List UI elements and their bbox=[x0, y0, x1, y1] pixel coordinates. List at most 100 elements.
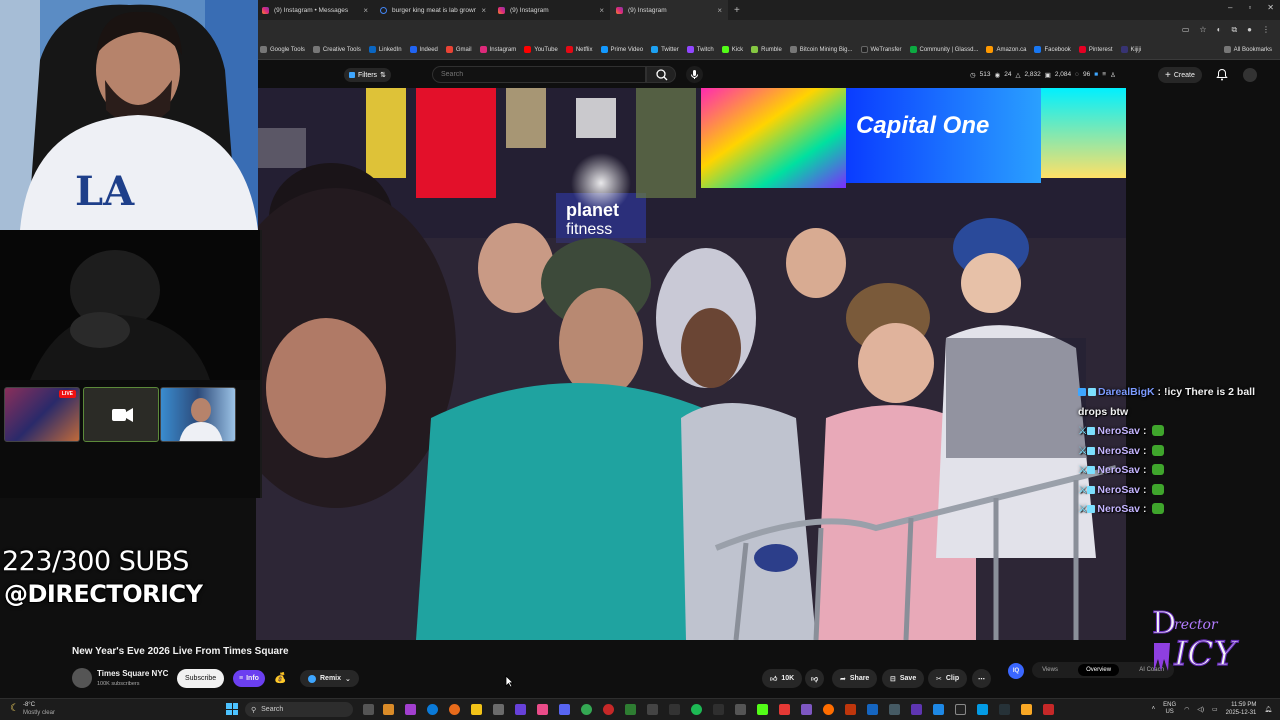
like-button[interactable]: 👍︎ 10K bbox=[762, 669, 803, 688]
filters-button[interactable]: Filters ⇅ bbox=[344, 68, 391, 82]
subscribe-button[interactable]: Subscribe bbox=[177, 669, 225, 688]
taskbar-search[interactable]: ⚲ Search bbox=[245, 702, 353, 717]
bookmark[interactable]: Pinterest bbox=[1078, 46, 1113, 53]
clock[interactable]: 11:59 PM 2025-12-31 bbox=[1226, 701, 1257, 717]
share-button[interactable]: ➦ Share bbox=[832, 669, 878, 688]
maximize-icon[interactable]: ▫ bbox=[1248, 3, 1251, 12]
bookmark[interactable]: Instagram bbox=[479, 46, 516, 53]
app-icon[interactable] bbox=[779, 704, 790, 715]
tab-overview[interactable]: Overview bbox=[1078, 664, 1120, 676]
bookmark[interactable]: Rumble bbox=[751, 46, 782, 53]
app-icon[interactable] bbox=[647, 704, 658, 715]
app-icon[interactable] bbox=[669, 704, 680, 715]
menu-icon[interactable]: ⋮ bbox=[1262, 25, 1270, 35]
app-icon[interactable] bbox=[911, 704, 922, 715]
file-explorer-icon[interactable] bbox=[471, 704, 482, 715]
steam-icon[interactable] bbox=[867, 704, 878, 715]
app-icon[interactable] bbox=[999, 704, 1010, 715]
start-button[interactable] bbox=[226, 703, 238, 715]
close-tab-icon[interactable]: × bbox=[481, 6, 486, 15]
channel-avatar[interactable] bbox=[72, 668, 92, 688]
wifi-icon[interactable]: ◠ bbox=[1184, 706, 1189, 713]
bookmark[interactable]: Twitch bbox=[686, 46, 714, 53]
app-icon[interactable] bbox=[977, 704, 988, 715]
new-tab-button[interactable]: + bbox=[734, 5, 740, 16]
bookmark[interactable]: Prime Video bbox=[600, 46, 643, 53]
minimize-icon[interactable]: – bbox=[1228, 3, 1232, 12]
app-icon[interactable] bbox=[405, 704, 416, 715]
dislike-button[interactable]: 👎︎ bbox=[805, 669, 825, 688]
app-icon[interactable] bbox=[625, 704, 636, 715]
app-icon[interactable] bbox=[735, 704, 746, 715]
call-thumb-camera-off[interactable] bbox=[83, 387, 159, 442]
bookmark[interactable]: Indeed bbox=[409, 46, 438, 53]
notifications-bell-icon[interactable] bbox=[1216, 68, 1228, 81]
clip-button[interactable]: ✂ Clip bbox=[928, 669, 968, 688]
money-bag-icon[interactable]: 💰 bbox=[274, 671, 289, 686]
bookmark[interactable]: Amazon.ca bbox=[986, 46, 1026, 53]
notification-bell-icon[interactable]: 🔔︎ bbox=[1264, 706, 1272, 713]
battery-icon[interactable]: ▭ bbox=[1212, 706, 1218, 713]
account-avatar[interactable] bbox=[1243, 68, 1257, 82]
close-tab-icon[interactable]: × bbox=[363, 6, 368, 15]
tab-views[interactable]: Views bbox=[1042, 667, 1058, 673]
app-icon[interactable] bbox=[1043, 704, 1054, 715]
call-thumb-stream[interactable]: LIVE bbox=[4, 387, 80, 442]
browser-tab[interactable]: (9) Instagram • Messages × bbox=[256, 0, 374, 20]
voice-search-button[interactable] bbox=[686, 66, 703, 83]
video-player[interactable]: planet fitness Capital One bbox=[256, 88, 1126, 640]
app-icon[interactable] bbox=[493, 704, 504, 715]
bookmark[interactable]: Gmail bbox=[445, 46, 472, 53]
bookmark[interactable]: Kijiji bbox=[1120, 46, 1141, 53]
kick-icon[interactable] bbox=[757, 704, 768, 715]
chrome-icon[interactable] bbox=[581, 704, 592, 715]
extension-icon[interactable]: ◐ bbox=[1217, 25, 1222, 35]
app-icon[interactable] bbox=[713, 704, 724, 715]
opera-icon[interactable] bbox=[603, 704, 614, 715]
info-button[interactable]: ≡ Info bbox=[233, 670, 265, 687]
app-icon[interactable] bbox=[933, 704, 944, 715]
bookmark[interactable]: Google Tools bbox=[260, 46, 305, 53]
channel-name[interactable]: Times Square NYC bbox=[97, 669, 168, 678]
app-icon[interactable] bbox=[845, 704, 856, 715]
firefox-icon[interactable] bbox=[449, 704, 460, 715]
save-button[interactable]: ⊟ Save bbox=[882, 669, 925, 688]
app-icon[interactable] bbox=[823, 704, 834, 715]
obs-icon[interactable] bbox=[801, 704, 812, 715]
weather-widget[interactable]: ☾ -8°C Mostly clear bbox=[10, 701, 55, 717]
edge-icon[interactable] bbox=[427, 704, 438, 715]
bookmark-star-icon[interactable]: ☆ bbox=[1199, 25, 1206, 35]
browser-tab[interactable]: (9) Instagram × bbox=[492, 0, 610, 20]
language-indicator[interactable]: ENG US bbox=[1163, 702, 1176, 716]
app-icon[interactable] bbox=[1021, 704, 1032, 715]
create-button[interactable]: + Create bbox=[1158, 67, 1202, 83]
browser-tab-active[interactable]: (9) Instagram × bbox=[610, 0, 728, 20]
all-bookmarks-button[interactable]: All Bookmarks bbox=[1223, 46, 1272, 53]
spotify-icon[interactable] bbox=[691, 704, 702, 715]
app-icon[interactable] bbox=[889, 704, 900, 715]
task-view-icon[interactable] bbox=[363, 704, 374, 715]
app-icon[interactable] bbox=[537, 704, 548, 715]
bookmark[interactable]: Creative Tools bbox=[312, 46, 361, 53]
bookmark[interactable]: Twitter bbox=[651, 46, 679, 53]
close-tab-icon[interactable]: × bbox=[599, 6, 604, 15]
profile-icon[interactable]: ● bbox=[1247, 25, 1252, 35]
remix-button[interactable]: Remix ⌄ bbox=[300, 670, 359, 687]
bookmark[interactable]: Community | Glassd... bbox=[909, 46, 978, 53]
app-icon[interactable] bbox=[515, 704, 526, 715]
bookmark[interactable]: Kick bbox=[721, 46, 743, 53]
volume-icon[interactable]: ◁) bbox=[1197, 706, 1204, 713]
call-thumb-streamer[interactable] bbox=[160, 387, 236, 442]
bookmark[interactable]: Bitcoin Mining Big... bbox=[789, 46, 853, 53]
discord-icon[interactable] bbox=[559, 704, 570, 715]
cast-icon[interactable]: ▭ bbox=[1182, 25, 1190, 35]
x-icon[interactable] bbox=[955, 704, 966, 715]
bookmark[interactable]: Facebook bbox=[1034, 46, 1071, 53]
bookmark[interactable]: YouTube bbox=[524, 46, 558, 53]
browser-tab[interactable]: burger king meat is lab grown × bbox=[374, 0, 492, 20]
bookmark[interactable]: WeTransfer bbox=[860, 46, 902, 53]
more-actions-button[interactable]: ⋯ bbox=[972, 669, 991, 688]
close-tab-icon[interactable]: × bbox=[717, 6, 722, 15]
chevron-up-icon[interactable]: ˄ bbox=[1152, 706, 1156, 712]
widgets-icon[interactable] bbox=[383, 704, 394, 715]
